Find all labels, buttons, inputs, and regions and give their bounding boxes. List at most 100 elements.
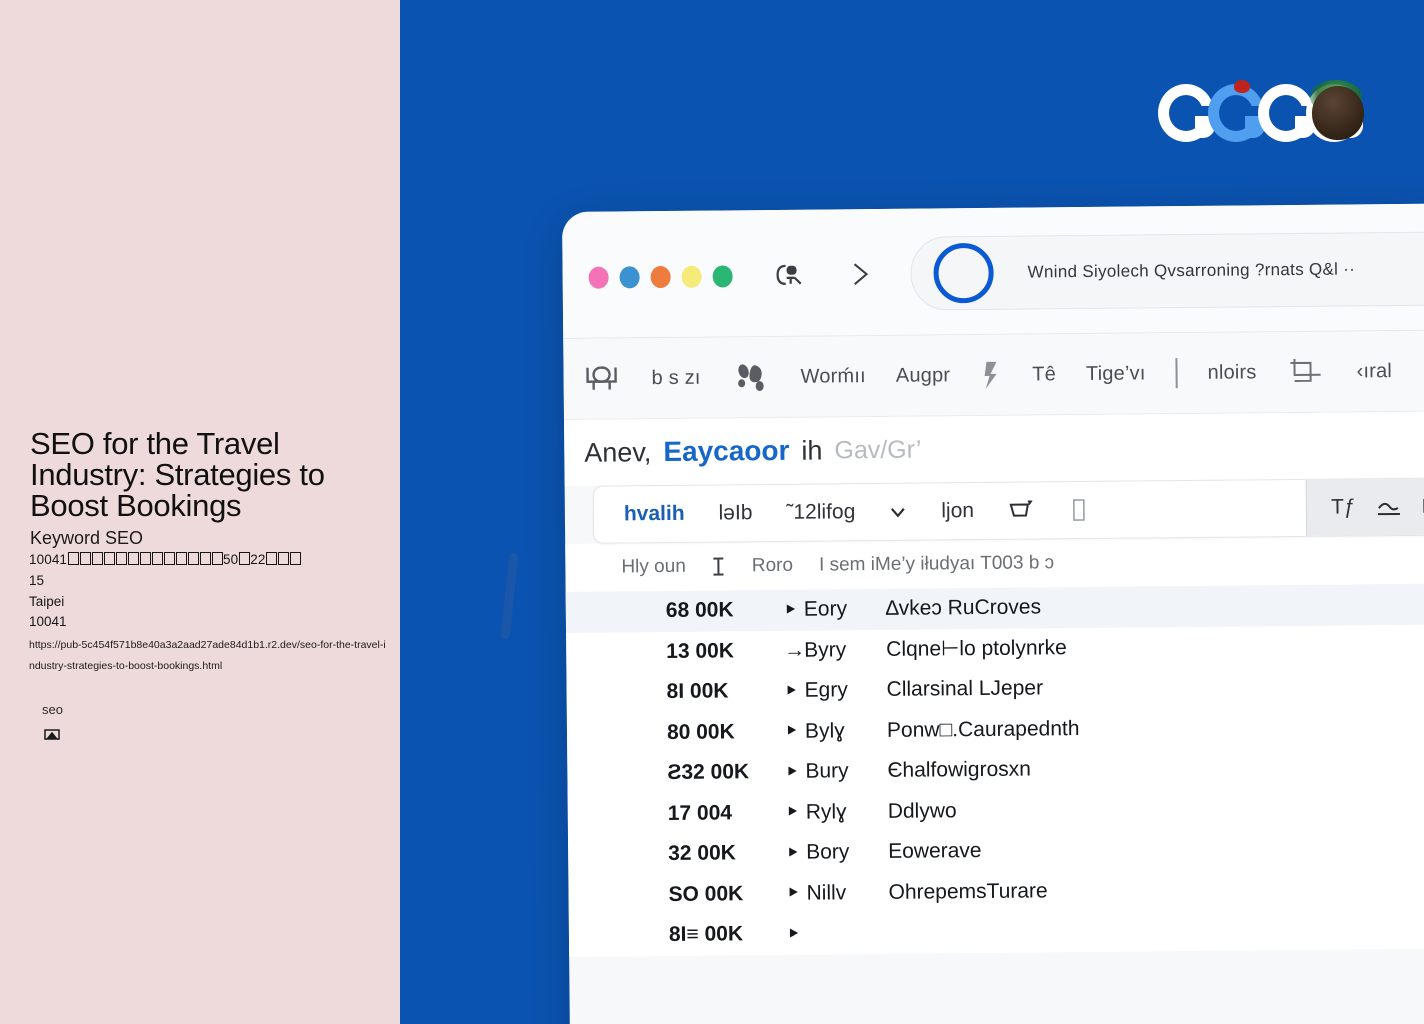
- toolbar-item-3[interactable]: Worḿıı: [800, 365, 865, 389]
- row-tag: Bury: [805, 759, 849, 783]
- row-tag: Eory: [803, 597, 848, 621]
- table-header-cell-1[interactable]: lǝΙb: [718, 501, 752, 525]
- blue-circle-icon: [933, 242, 994, 304]
- row-volume: 17 004: [667, 801, 733, 825]
- title-muted: Gav/Gr’: [834, 435, 922, 464]
- row-arrow-icon: ‣: [786, 922, 801, 946]
- square-bracket-icon[interactable]: [581, 361, 621, 395]
- back-chat-icon[interactable]: [772, 258, 806, 292]
- toolbar-item-11[interactable]: ‹ıral: [1356, 360, 1392, 383]
- row-name: [889, 928, 1424, 934]
- row-arrow-icon: ‣: [785, 760, 799, 784]
- tofu-box: [265, 552, 277, 565]
- table-header-cell-3[interactable]: ljon: [941, 499, 974, 523]
- subheader-cell-2[interactable]: Roro: [752, 555, 793, 577]
- toolbar-item-1[interactable]: b s zı: [651, 366, 700, 389]
- flag-icon[interactable]: [980, 358, 1002, 392]
- chevron-right-icon[interactable]: [842, 257, 876, 291]
- tofu-box: [103, 552, 115, 565]
- crop-icon[interactable]: [1286, 355, 1326, 389]
- traffic-dot-2[interactable]: [619, 266, 640, 289]
- address-tofu-group-3: [265, 552, 301, 567]
- title-lead: Anev,: [584, 436, 652, 468]
- underline-icon[interactable]: [1373, 495, 1403, 519]
- row-volume: 8I 00K: [666, 679, 729, 704]
- browser-chrome-bar: Wnind Siyolech Qvsarroning ?rnats Q&l ··: [562, 203, 1424, 339]
- address-tofu-group-1: [67, 552, 223, 567]
- article-url[interactable]: https://pub-5c454f571b8e40a3a2aad27ade84…: [29, 635, 389, 677]
- row-tag: Bory: [806, 840, 850, 864]
- keyword-label: Keyword SEO: [30, 528, 144, 548]
- pointing-hand: [398, 505, 660, 1024]
- row-volume: 80 00K: [666, 720, 735, 744]
- address-line: 10041 50 22: [29, 552, 301, 567]
- row-tag: Rylɣ: [805, 800, 847, 824]
- row-tag: Nillv: [806, 881, 847, 905]
- page-toolbar: b s zı Worḿıı Augpr Tê Tige’vı nloirs ‹…: [563, 330, 1424, 420]
- cart-icon[interactable]: [1008, 498, 1038, 522]
- tofu-box: [151, 552, 163, 565]
- toolbar-item-6[interactable]: Tê: [1032, 363, 1056, 386]
- tofu-box: [289, 552, 301, 565]
- tofu-box: [277, 552, 289, 565]
- toolbar-item-7[interactable]: Tige’vı: [1086, 362, 1146, 386]
- traffic-dot-3[interactable]: [650, 265, 671, 289]
- screenshot-root: Wnind Siyolech Qvsarroning ?rnats Q&l ··…: [0, 0, 1424, 1024]
- row-tag: Byry: [804, 638, 847, 662]
- address-mid: 50: [223, 552, 239, 567]
- tofu-box: [67, 552, 79, 565]
- tofu-box: [91, 552, 103, 565]
- title-trail: ih: [801, 435, 823, 466]
- row-volume: 68 00K: [665, 598, 734, 623]
- tofu-box: [187, 552, 199, 565]
- tofu-box: [115, 552, 127, 565]
- tofu-box: [139, 552, 151, 565]
- traffic-dot-4[interactable]: [681, 265, 702, 288]
- browser-url-bar[interactable]: Wnind Siyolech Qvsarroning ?rnats Q&l ··: [910, 230, 1424, 311]
- row-name: Eowerave: [888, 839, 982, 864]
- url-bar-value[interactable]: Wnind Siyolech Qvsarroning ?rnats Q&l ··: [1028, 259, 1356, 282]
- chevron-down-icon[interactable]: [889, 503, 907, 521]
- tofu-box: [175, 552, 187, 565]
- subheader-cell-3[interactable]: I sem iMe’y iłudyaı T003 b ɔ: [819, 552, 1054, 576]
- row-volume: Ƨ32 00K: [667, 760, 750, 785]
- row-arrow-icon: ‣: [786, 881, 801, 906]
- table-row[interactable]: 8I≡ 00K ‣: [569, 907, 1424, 956]
- logo-glyph-4: [1306, 80, 1364, 142]
- tofu-box: [127, 552, 139, 565]
- table-header-cell-2[interactable]: ˜12lifog: [786, 500, 855, 525]
- tofu-box: [163, 552, 175, 565]
- row-arrow-icon: ‣: [784, 720, 799, 744]
- traffic-light-dots[interactable]: [588, 265, 733, 289]
- row-volume: SO 00K: [668, 882, 744, 906]
- image-placeholder-icon: [44, 727, 61, 740]
- title-highlight[interactable]: Eaycaoor: [663, 435, 789, 468]
- row-name: Cllarsinal LJeper: [886, 676, 1044, 702]
- traffic-dot-5[interactable]: [712, 265, 733, 288]
- meta-city: Taipei: [29, 594, 65, 609]
- four-ring-logo: [1158, 78, 1364, 150]
- table-header-right-label-1[interactable]: Tƒ: [1331, 495, 1356, 519]
- logo-berry-icon: [1234, 80, 1250, 93]
- row-arrow-icon: ‣: [785, 801, 800, 825]
- page-icon[interactable]: [1072, 498, 1086, 522]
- table-subheader-row: Hly oun Roro I sem iMe’y iłudyaı T003 b …: [565, 535, 1424, 592]
- logo-glyph-1: [1158, 84, 1215, 142]
- traffic-dot-1[interactable]: [588, 266, 609, 289]
- row-arrow-icon: ‣: [784, 679, 799, 703]
- toolbar-item-4[interactable]: Augpr: [896, 364, 951, 388]
- row-volume: 32 00K: [668, 841, 736, 866]
- meta-number: 15: [29, 573, 45, 588]
- toolbar-item-9[interactable]: nloirs: [1207, 361, 1256, 384]
- logo-blob-icon: [1312, 86, 1364, 140]
- row-arrow-icon: ‣: [783, 598, 798, 622]
- browser-nav-icons: [772, 257, 876, 292]
- article-panel: SEO for the Travel Industry: Strategies …: [0, 0, 400, 1024]
- tofu-box: [199, 552, 211, 565]
- row-arrow-icon: ‣: [786, 841, 800, 865]
- row-name: OhrepemsTurare: [888, 879, 1048, 904]
- toolbar-divider: [1175, 358, 1178, 389]
- footprints-icon[interactable]: [730, 360, 770, 394]
- row-tag: Egry: [804, 678, 848, 702]
- table-body: 68 00K ‣ Eory ∆vkeɔ RuCroves 13 00K → Byry Clqn…: [565, 583, 1424, 957]
